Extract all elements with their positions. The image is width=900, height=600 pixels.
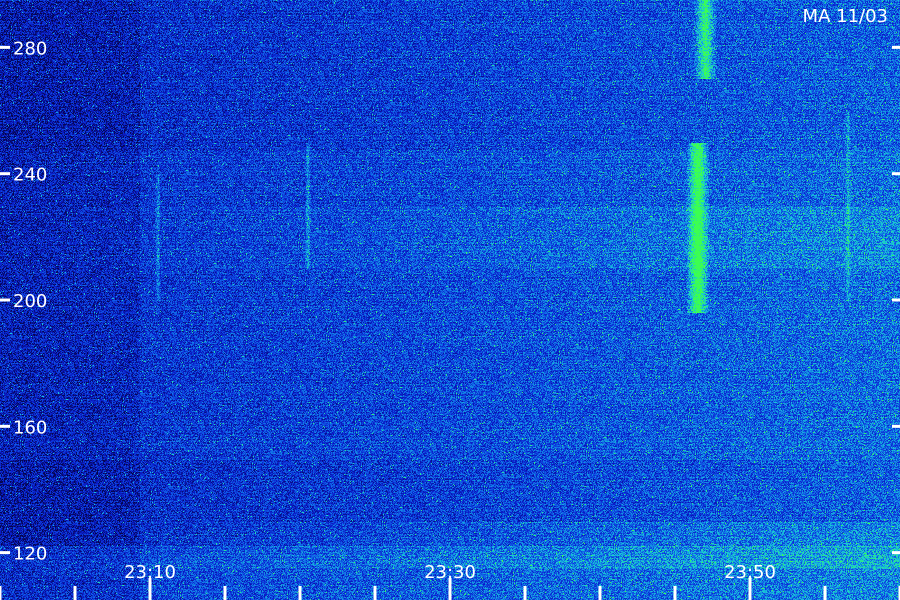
chart-axes-overlay: MA 11/03 280 240 200 160 120 23:10 23:30 23:50	[0, 6, 900, 600]
x-axis: 23:10 23:30 23:50	[0, 562, 900, 600]
y-tick-label: 160	[13, 417, 47, 438]
x-tick-label: 23:50	[724, 562, 776, 583]
y-tick-label: 240	[13, 165, 47, 186]
y-axis: 280 240 200 160 120	[0, 38, 900, 565]
spectrogram-chart: MA 11/03 280 240 200 160 120 23:10 23:30 23:50	[0, 0, 900, 600]
y-tick-label: 120	[13, 544, 47, 565]
x-tick-label: 23:10	[124, 562, 176, 583]
y-tick-label: 200	[13, 291, 47, 312]
y-tick-label: 280	[13, 38, 47, 59]
x-tick-label: 23:30	[424, 562, 476, 583]
chart-title: MA 11/03	[803, 6, 888, 27]
